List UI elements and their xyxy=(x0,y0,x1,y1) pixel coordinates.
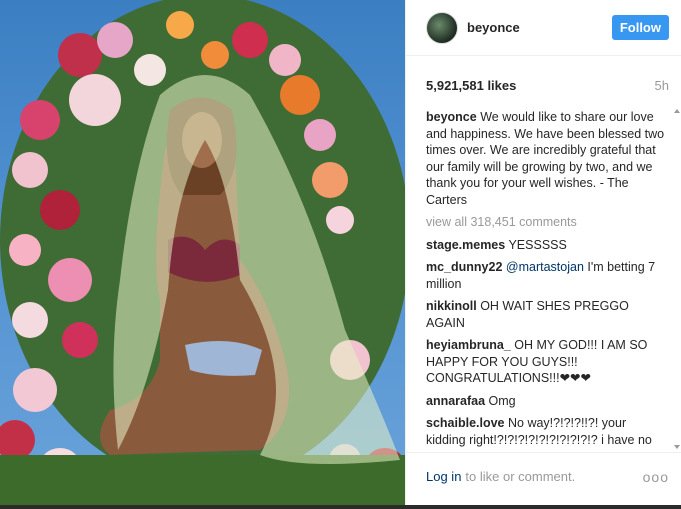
likes-count[interactable]: 5,921,581 likes xyxy=(426,78,516,93)
list-item: heyiambruna_ OH MY GOD!!! I AM SO HAPPY … xyxy=(426,337,667,387)
post-photo[interactable] xyxy=(0,0,405,505)
comment-mention[interactable]: @martastojan xyxy=(506,260,584,274)
comment-username[interactable]: annarafaa xyxy=(426,394,485,408)
comment-username[interactable]: nikkinoll xyxy=(426,299,477,313)
login-prompt-text: to like or comment. xyxy=(465,469,576,484)
bottom-bar xyxy=(0,505,681,509)
comment-text: Omg xyxy=(488,393,516,408)
view-all-comments-link[interactable]: view all 318,451 comments xyxy=(426,214,667,231)
instagram-post: beyonce Follow 5,921,581 likes 5h beyonc… xyxy=(0,0,681,505)
comment-username[interactable]: mc_dunny22 xyxy=(426,260,502,274)
caption-text: We would like to share our love and happ… xyxy=(426,110,665,207)
post-time[interactable]: 5h xyxy=(655,78,669,93)
more-options-icon[interactable]: ooo xyxy=(643,469,669,485)
scroll-down-icon[interactable] xyxy=(674,445,680,449)
header-username[interactable]: beyonce xyxy=(467,20,612,35)
caption-username[interactable]: beyonce xyxy=(426,110,477,124)
list-item: stage.memes YESSSSS xyxy=(426,237,667,254)
post-footer: Log in to like or comment. ooo xyxy=(406,452,681,500)
avatar[interactable] xyxy=(426,11,458,44)
comment-text: YESSSSS xyxy=(508,237,567,252)
post-stats: 5,921,581 likes 5h xyxy=(406,56,681,93)
list-item: mc_dunny22 @martastojan I'm betting 7 mi… xyxy=(426,259,667,292)
comment-username[interactable]: schaible.love xyxy=(426,416,505,430)
list-item: nikkinoll OH WAIT SHES PREGGO AGAIN xyxy=(426,298,667,331)
caption: beyonce We would like to share our love … xyxy=(426,109,667,208)
photo-image xyxy=(0,0,405,505)
comment-username[interactable]: heyiambruna_ xyxy=(426,338,511,352)
post-sidebar: beyonce Follow 5,921,581 likes 5h beyonc… xyxy=(405,0,681,505)
login-link[interactable]: Log in xyxy=(426,469,461,484)
scroll-up-icon[interactable] xyxy=(674,109,680,113)
comments-list[interactable]: beyonce We would like to share our love … xyxy=(426,109,667,449)
comment-username[interactable]: stage.memes xyxy=(426,238,505,252)
list-item: schaible.love No way!?!?!?!!?! your kidd… xyxy=(426,415,667,449)
list-item: annarafaa Omg xyxy=(426,393,667,410)
post-header: beyonce Follow xyxy=(406,0,681,56)
comments-scrollbar[interactable] xyxy=(674,109,680,449)
follow-button[interactable]: Follow xyxy=(611,15,669,40)
